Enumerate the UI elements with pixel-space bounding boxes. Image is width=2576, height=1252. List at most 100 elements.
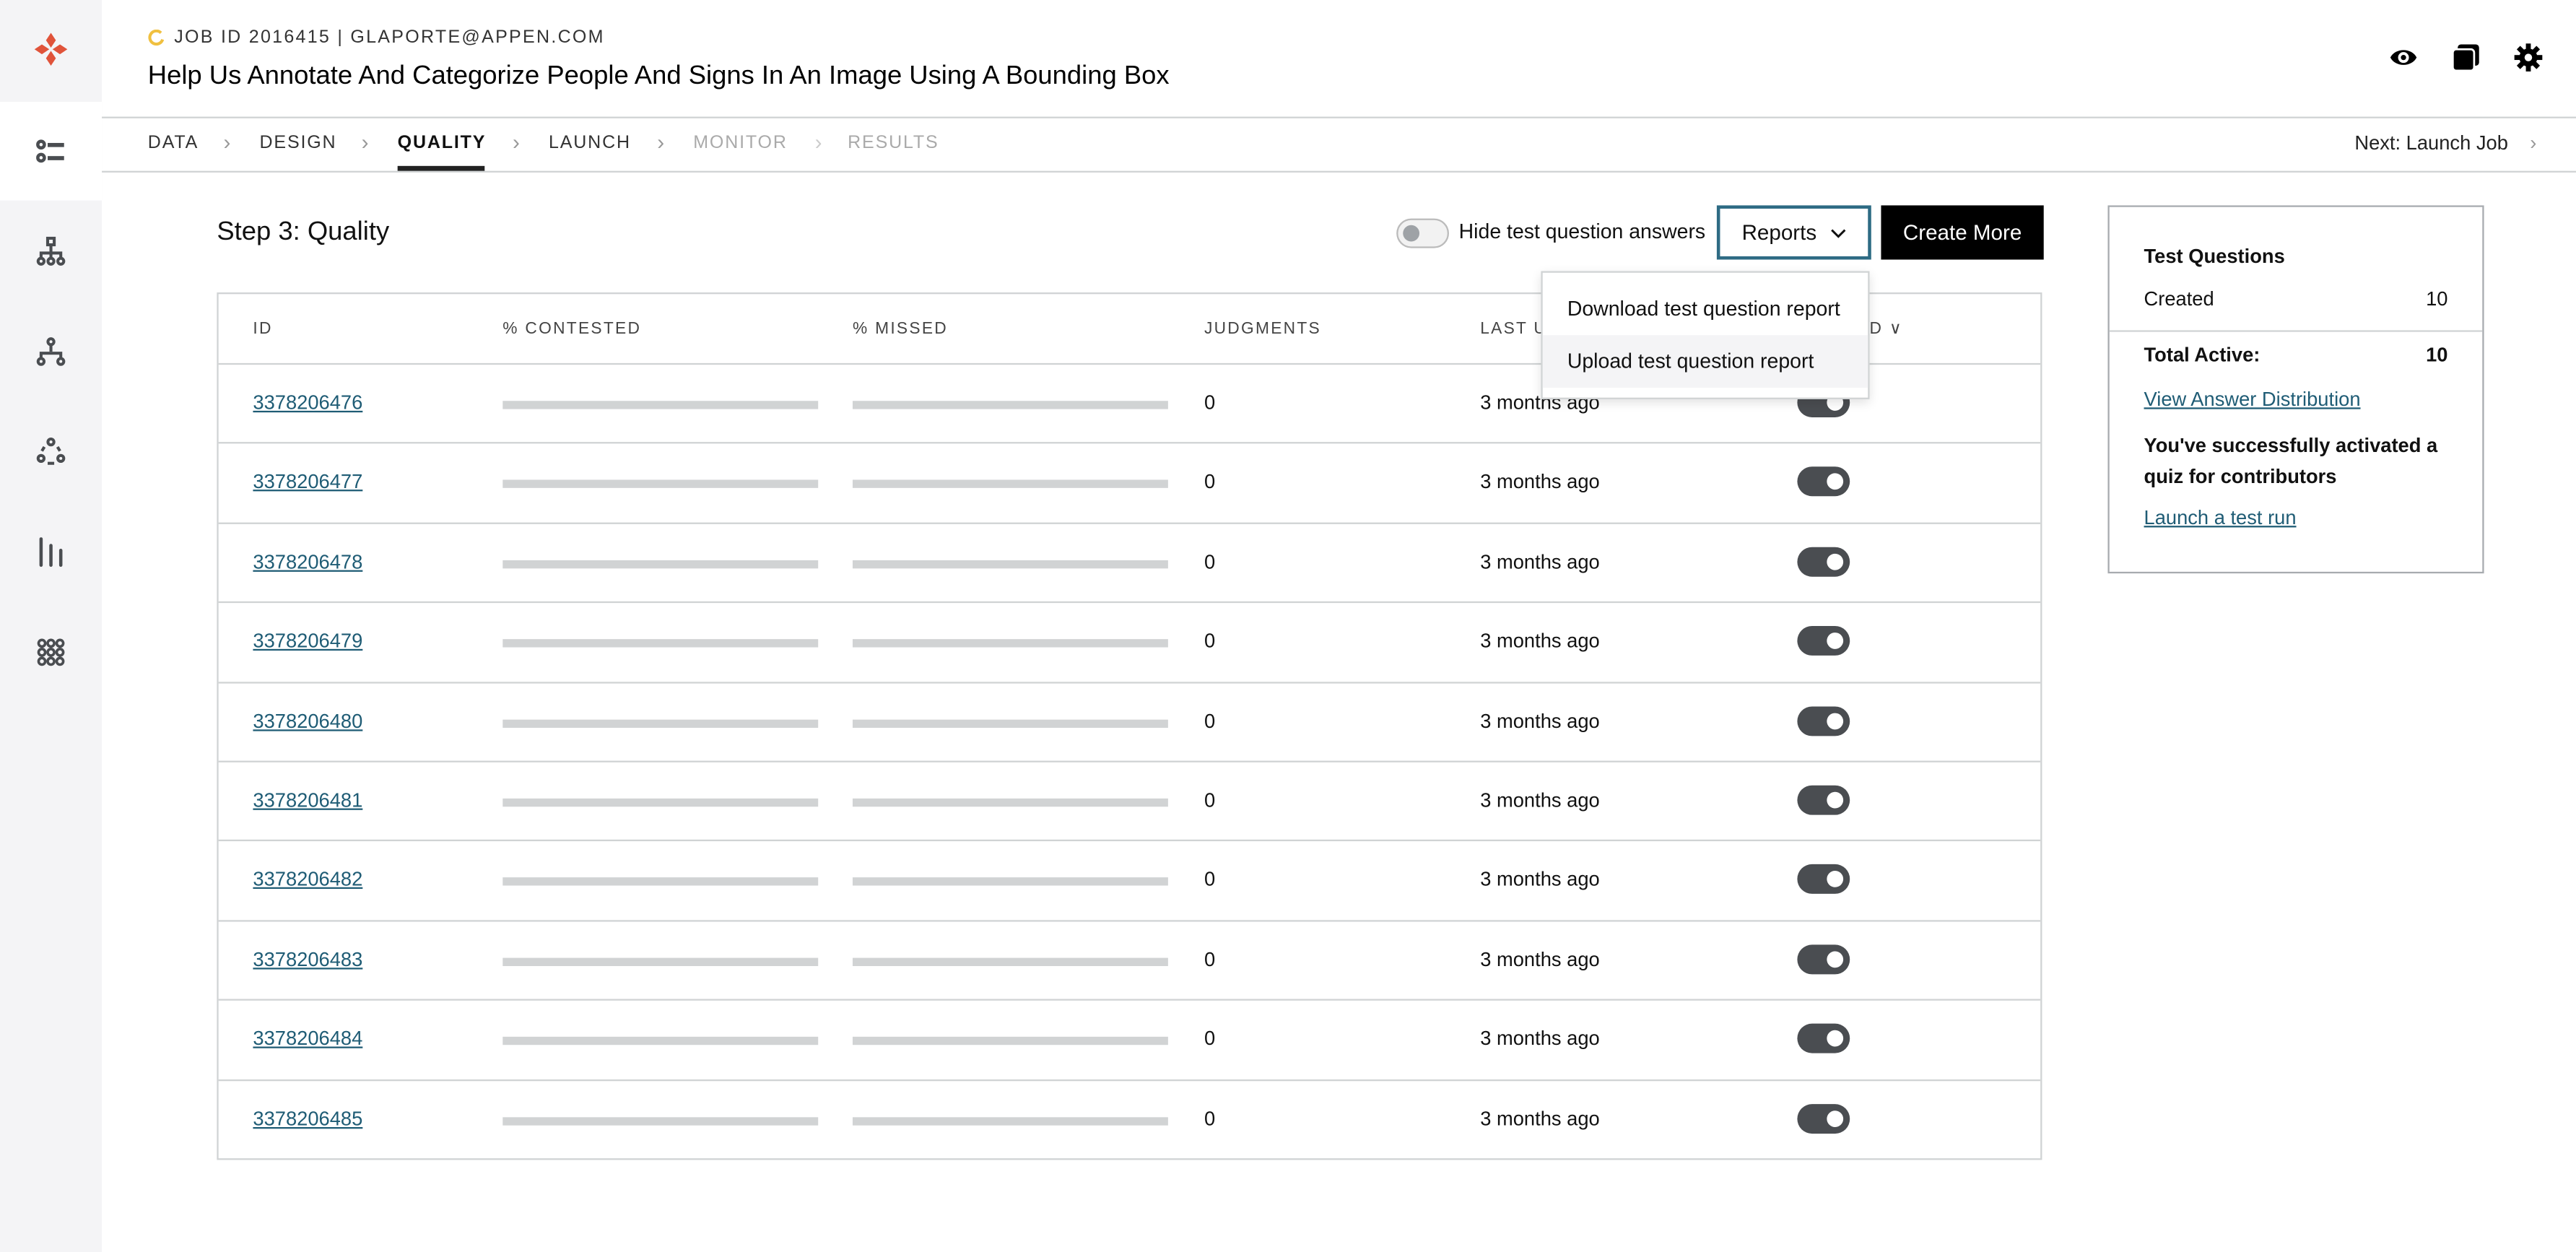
table-row: 3378206480 0 3 months ago (218, 681, 2041, 760)
column-header-id[interactable]: ID (253, 321, 272, 339)
job-header: JOB ID 2016415 | GLAPORTE@APPEN.COM Help… (102, 0, 2576, 118)
appen-logo[interactable] (0, 0, 102, 99)
judgments-value: 0 (1204, 788, 1216, 812)
contested-bar (502, 560, 819, 568)
download-report-item[interactable]: Download test question report (1543, 282, 1868, 335)
hide-answers-label: Hide test question answers (1458, 219, 1706, 243)
sidebar-item-cycle[interactable] (0, 402, 102, 501)
question-id-link[interactable]: 3378206478 (253, 550, 362, 573)
column-header-active[interactable]: D ∨ (1870, 321, 1903, 339)
next-launch-job-button[interactable]: Next: Launch Job › (2354, 131, 2536, 155)
contested-bar (502, 957, 819, 966)
last-updated-value: 3 months ago (1480, 709, 1600, 732)
table-row: 3378206482 0 3 months ago (218, 840, 2041, 919)
job-title: Help Us Annotate And Categorize People A… (147, 62, 1170, 91)
judgments-value: 0 (1204, 470, 1216, 494)
copy-icon[interactable] (2451, 43, 2481, 72)
table-row: 3378206484 0 3 months ago (218, 999, 2041, 1078)
sidebar-item-analytics[interactable] (0, 503, 102, 601)
active-toggle[interactable] (1797, 1024, 1850, 1054)
sidebar-item-workflow[interactable] (0, 303, 102, 401)
table-row: 3378206478 0 3 months ago (218, 522, 2041, 601)
missed-bar (852, 560, 1168, 568)
chevron-right-icon: › (2530, 131, 2537, 155)
hide-answers-toggle[interactable] (1396, 218, 1449, 248)
judgments-value: 0 (1204, 1106, 1216, 1130)
active-toggle[interactable] (1797, 1103, 1850, 1134)
contested-bar (502, 480, 819, 489)
last-updated-value: 3 months ago (1480, 1106, 1600, 1130)
active-toggle[interactable] (1797, 626, 1850, 656)
question-id-link[interactable]: 3378206484 (253, 1027, 362, 1051)
question-id-link[interactable]: 3378206479 (253, 630, 362, 653)
judgments-value: 0 (1204, 629, 1216, 653)
question-id-link[interactable]: 3378206482 (253, 868, 362, 891)
column-header-missed[interactable]: % MISSED (853, 321, 948, 339)
contested-bar (502, 639, 819, 648)
sidebar-item-apps[interactable] (0, 603, 102, 702)
missed-bar (852, 480, 1168, 489)
view-answer-distribution-link[interactable]: View Answer Distribution (2144, 388, 2361, 411)
active-toggle[interactable] (1797, 785, 1850, 815)
chevron-right-icon: › (657, 129, 665, 155)
create-more-button[interactable]: Create More (1881, 205, 2044, 260)
total-active-label: Total Active: (2144, 343, 2260, 367)
last-updated-value: 3 months ago (1480, 947, 1600, 971)
question-id-link[interactable]: 3378206481 (253, 788, 362, 812)
upload-report-item[interactable]: Upload test question report (1542, 335, 1868, 388)
missed-bar (852, 878, 1168, 887)
last-updated-value: 3 months ago (1480, 629, 1600, 653)
bar-chart-icon (39, 537, 63, 568)
missed-bar (852, 639, 1168, 648)
last-updated-value: 3 months ago (1480, 470, 1600, 494)
active-toggle[interactable] (1797, 944, 1850, 974)
column-header-contested[interactable]: % CONTESTED (502, 321, 641, 339)
missed-bar (852, 1037, 1168, 1045)
column-header-judgments[interactable]: JUDGMENTS (1204, 321, 1321, 339)
contested-bar (502, 1037, 819, 1045)
active-toggle[interactable] (1797, 547, 1850, 577)
chevron-right-icon: › (223, 129, 231, 155)
question-id-link[interactable]: 3378206483 (253, 948, 362, 971)
chevron-right-icon: › (814, 129, 822, 155)
activation-message: You've successfully activated a quiz for… (2144, 433, 2438, 488)
contested-bar (502, 878, 819, 887)
chevron-right-icon: › (361, 129, 369, 155)
divider (2109, 330, 2483, 332)
active-toggle[interactable] (1797, 467, 1850, 497)
sidebar-item-hierarchy[interactable] (0, 202, 102, 301)
next-label: Next: Launch Job (2354, 131, 2508, 155)
judgments-value: 0 (1204, 947, 1216, 971)
judgments-value: 0 (1204, 391, 1216, 414)
judgments-value: 0 (1204, 549, 1216, 573)
tab-data[interactable]: DATA (148, 133, 199, 152)
sidebar-item-jobs[interactable] (0, 102, 103, 201)
question-id-link[interactable]: 3378206485 (253, 1107, 362, 1130)
launch-test-run-link[interactable]: Launch a test run (2144, 506, 2297, 529)
hierarchy-icon (36, 236, 66, 266)
reports-button[interactable]: Reports (1716, 205, 1871, 260)
active-toggle[interactable] (1797, 864, 1850, 895)
missed-bar (852, 401, 1168, 409)
last-updated-value: 3 months ago (1480, 788, 1600, 812)
tab-monitor: MONITOR (693, 133, 788, 153)
tab-launch[interactable]: LAUNCH (549, 133, 631, 152)
total-active-value: 10 (2426, 343, 2448, 367)
missed-bar (852, 718, 1168, 728)
tab-quality[interactable]: QUALITY (398, 133, 487, 152)
question-id-link[interactable]: 3378206480 (253, 709, 362, 732)
judgments-value: 0 (1204, 1027, 1216, 1051)
sidebar (0, 0, 103, 1252)
step-nav: DATA › DESIGN › QUALITY › LAUNCH › MONIT… (102, 118, 2576, 173)
tab-design[interactable]: DESIGN (260, 133, 337, 152)
question-id-link[interactable]: 3378206476 (253, 391, 362, 414)
question-id-link[interactable]: 3378206477 (253, 471, 362, 494)
eye-icon[interactable] (2389, 43, 2419, 72)
judgments-value: 0 (1204, 868, 1216, 892)
gear-icon[interactable] (2514, 43, 2544, 72)
tab-results: RESULTS (848, 133, 939, 153)
column-header-last-updated[interactable]: LAST U (1480, 321, 1547, 339)
active-toggle[interactable] (1797, 705, 1850, 736)
spinner-icon (148, 29, 165, 46)
job-id-line: JOB ID 2016415 | GLAPORTE@APPEN.COM (174, 27, 605, 48)
